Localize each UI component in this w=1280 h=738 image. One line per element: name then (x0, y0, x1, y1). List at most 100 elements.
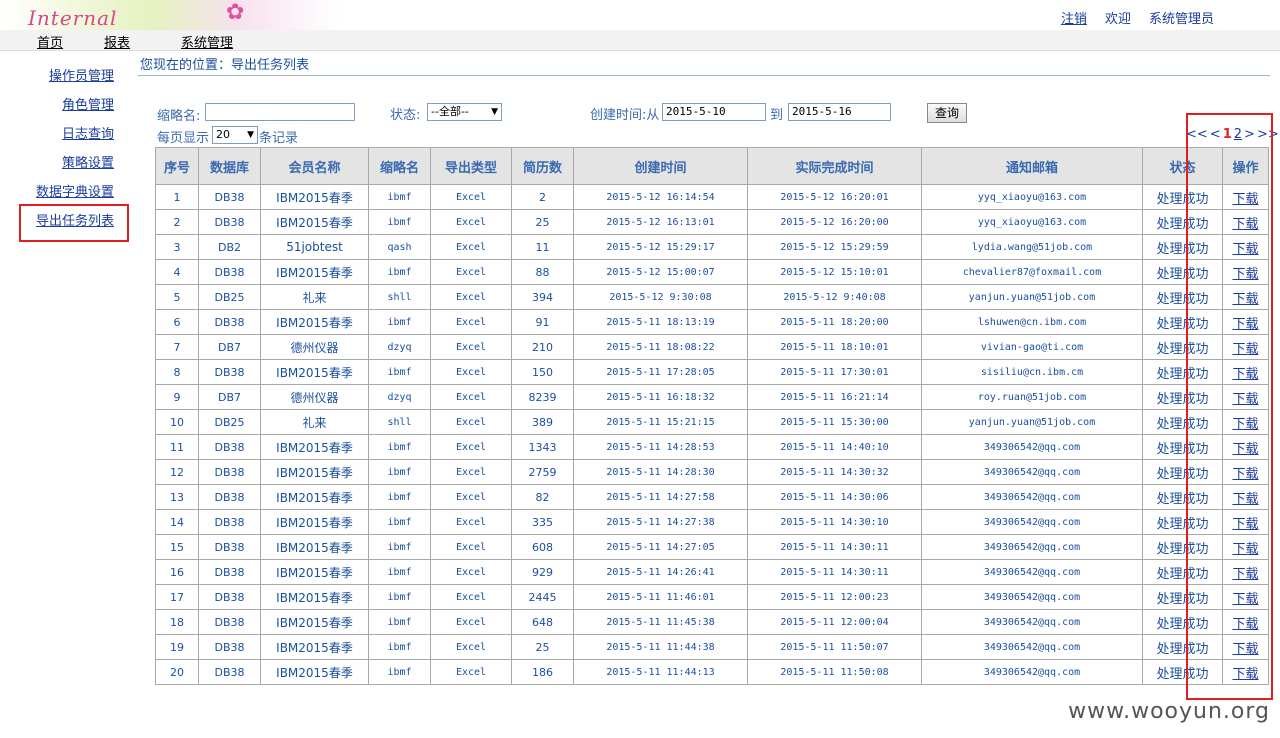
cell-export-type: Excel (430, 509, 512, 535)
cell-resume-count: 150 (511, 359, 574, 385)
sidebar-item-data-dictionary[interactable]: 数据字典设置 (36, 181, 114, 200)
cell-created-time: 2015-5-11 14:26:41 (573, 559, 748, 585)
cell-member-name: IBM2015春季 (260, 434, 369, 460)
cell-index: 17 (155, 584, 199, 610)
cell-member-name: 德州仪器 (260, 334, 369, 360)
cell-resume-count: 25 (511, 209, 574, 235)
cell-resume-count: 394 (511, 284, 574, 310)
table-row: 12 DB38 IBM2015春季 ibmf Excel 2759 2015-5-11 14… (155, 459, 1269, 485)
cell-abbr: ibmf (368, 309, 431, 335)
status-select[interactable]: --全部-- ▼ (427, 103, 502, 121)
cell-member-name: IBM2015春季 (260, 209, 369, 235)
cell-finished-time: 2015-5-11 14:30:06 (747, 484, 922, 510)
sidebar-item-operator-management[interactable]: 操作员管理 (49, 65, 114, 84)
cell-database: DB38 (198, 534, 261, 560)
table-body: 1 DB38 IBM2015春季 ibmf Excel 2 2015-5-12 16:14:… (155, 184, 1269, 685)
cell-member-name: IBM2015春季 (260, 509, 369, 535)
cell-index: 15 (155, 534, 199, 560)
cell-database: DB38 (198, 584, 261, 610)
table-row: 20 DB38 IBM2015春季 ibmf Excel 186 2015-5-11 11:… (155, 659, 1269, 685)
cell-database: DB38 (198, 259, 261, 285)
cell-finished-time: 2015-5-11 16:21:14 (747, 384, 922, 410)
cell-created-time: 2015-5-12 9:30:08 (573, 284, 748, 310)
cell-member-name: IBM2015春季 (260, 584, 369, 610)
cell-database: DB2 (198, 234, 261, 260)
top-links: 注销 欢迎 系统管理员 (1061, 8, 1214, 27)
cell-finished-time: 2015-5-11 18:20:00 (747, 309, 922, 335)
created-time-label: 创建时间:从 (590, 108, 660, 123)
cell-abbr: ibmf (368, 609, 431, 635)
per-page-select[interactable]: 20 ▼ (212, 126, 258, 144)
table-row: 9 DB7 德州仪器 dzyq Excel 8239 2015-5-11 16:18:32 2… (155, 384, 1269, 410)
cell-resume-count: 2445 (511, 584, 574, 610)
nav-system-admin[interactable]: 系统管理 (181, 32, 233, 51)
cell-finished-time: 2015-5-11 18:10:01 (747, 334, 922, 360)
nav-home[interactable]: 首页 (37, 32, 63, 51)
cell-notify-email: 349306542@qq.com (921, 584, 1143, 610)
table-row: 1 DB38 IBM2015春季 ibmf Excel 2 2015-5-12 16:14:… (155, 184, 1269, 210)
cell-index: 2 (155, 209, 199, 235)
watermark: www.wooyun.org (1068, 699, 1270, 724)
cell-created-time: 2015-5-11 14:28:53 (573, 434, 748, 460)
cell-created-time: 2015-5-11 11:46:01 (573, 584, 748, 610)
created-to-input[interactable]: 2015-5-16 (788, 103, 891, 121)
cell-notify-email: yanjun.yuan@51job.com (921, 284, 1143, 310)
cell-export-type: Excel (430, 534, 512, 560)
sidebar-item-log-query[interactable]: 日志查询 (62, 123, 114, 142)
logo: Internal ✿ (0, 0, 340, 30)
cell-abbr: shll (368, 284, 431, 310)
cell-member-name: IBM2015春季 (260, 459, 369, 485)
cell-resume-count: 2 (511, 184, 574, 210)
cell-database: DB38 (198, 509, 261, 535)
cell-resume-count: 82 (511, 484, 574, 510)
cell-index: 20 (155, 659, 199, 685)
nav-reports[interactable]: 报表 (104, 32, 130, 51)
cell-finished-time: 2015-5-11 11:50:08 (747, 659, 922, 685)
cell-finished-time: 2015-5-11 14:30:10 (747, 509, 922, 535)
cell-created-time: 2015-5-11 16:18:32 (573, 384, 748, 410)
cell-abbr: ibmf (368, 434, 431, 460)
cell-finished-time: 2015-5-11 12:00:23 (747, 584, 922, 610)
cell-notify-email: chevalier87@foxmail.com (921, 259, 1143, 285)
breadcrumb-divider (138, 75, 1270, 76)
cell-resume-count: 25 (511, 634, 574, 660)
cell-member-name: IBM2015春季 (260, 184, 369, 210)
cell-resume-count: 335 (511, 509, 574, 535)
col-header-database: 数据库 (198, 147, 261, 185)
cell-finished-time: 2015-5-11 15:30:00 (747, 409, 922, 435)
cell-notify-email: yyq_xiaoyu@163.com (921, 184, 1143, 210)
query-button[interactable]: 查询 (927, 103, 967, 123)
logout-link[interactable]: 注销 (1061, 8, 1087, 27)
sidebar-item-role-management[interactable]: 角色管理 (62, 94, 114, 113)
cell-notify-email: yyq_xiaoyu@163.com (921, 209, 1143, 235)
cell-finished-time: 2015-5-11 17:30:01 (747, 359, 922, 385)
sidebar-item-policy-settings[interactable]: 策略设置 (62, 152, 114, 171)
cell-database: DB38 (198, 309, 261, 335)
cell-index: 9 (155, 384, 199, 410)
created-from-input[interactable]: 2015-5-10 (662, 103, 766, 121)
cell-database: DB38 (198, 609, 261, 635)
cell-finished-time: 2015-5-11 14:30:11 (747, 534, 922, 560)
cell-created-time: 2015-5-11 11:45:38 (573, 609, 748, 635)
cell-database: DB38 (198, 559, 261, 585)
cell-resume-count: 648 (511, 609, 574, 635)
cell-abbr: dzyq (368, 384, 431, 410)
abbr-input[interactable] (205, 103, 355, 121)
cell-created-time: 2015-5-11 18:13:19 (573, 309, 748, 335)
cell-member-name: IBM2015春季 (260, 309, 369, 335)
cell-index: 16 (155, 559, 199, 585)
cell-abbr: ibmf (368, 584, 431, 610)
cell-abbr: qash (368, 234, 431, 260)
cell-resume-count: 929 (511, 559, 574, 585)
highlight-box-sidebar (19, 204, 129, 242)
dropdown-arrow-icon: ▼ (247, 130, 254, 140)
cell-export-type: Excel (430, 484, 512, 510)
col-header-resume-count: 简历数 (511, 147, 574, 185)
cell-index: 19 (155, 634, 199, 660)
cell-export-type: Excel (430, 584, 512, 610)
cell-created-time: 2015-5-11 11:44:13 (573, 659, 748, 685)
table-row: 17 DB38 IBM2015春季 ibmf Excel 2445 2015-5-11 11… (155, 584, 1269, 610)
col-header-member-name: 会员名称 (260, 147, 369, 185)
cell-export-type: Excel (430, 384, 512, 410)
table-row: 19 DB38 IBM2015春季 ibmf Excel 25 2015-5-11 11:4… (155, 634, 1269, 660)
